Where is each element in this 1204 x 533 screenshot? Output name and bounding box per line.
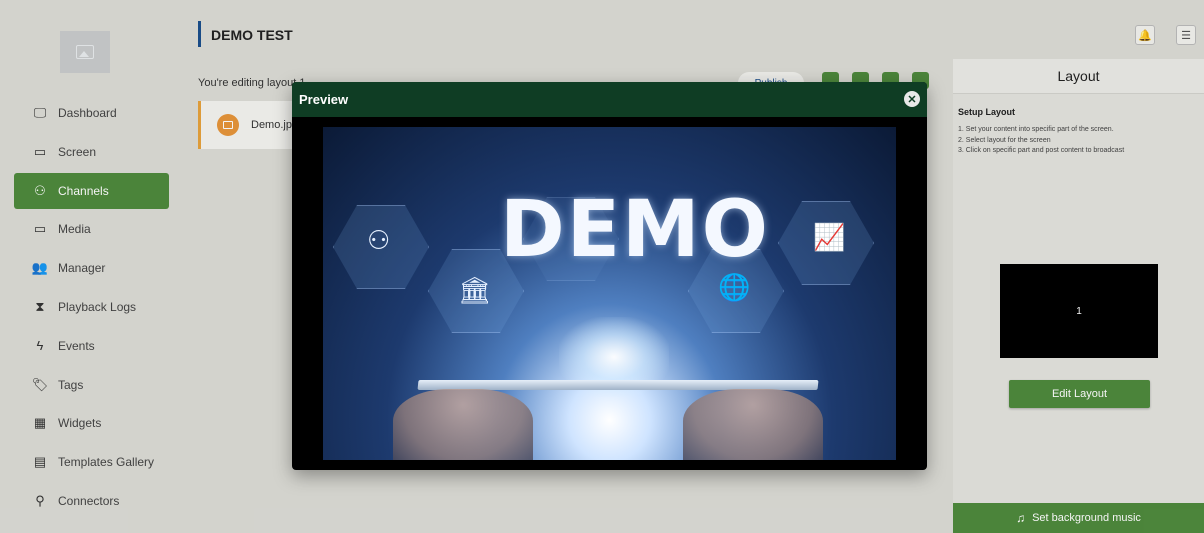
layout-zone-label: 1: [1076, 305, 1082, 317]
hourglass-icon: ⧗: [35, 298, 45, 314]
bank-icon: 🏛: [458, 275, 492, 305]
sidebar: 🖵 Dashboard ▭ Screen ⚇ Channels ▭ Media 👥 Man…: [0, 0, 176, 533]
sidebar-item-widgets[interactable]: ▦ Widgets: [14, 405, 169, 441]
widgets-icon: ▦: [33, 415, 47, 431]
hand-shape: [683, 389, 823, 460]
setup-step: 1. Set your content into specific part o…: [958, 126, 1114, 133]
sidebar-item-label: Channels: [58, 183, 109, 198]
setup-step: 2. Select layout for the screen: [958, 136, 1051, 144]
logo-placeholder-image: [60, 31, 110, 73]
globe-icon: 🌐: [718, 272, 751, 302]
layout-panel: Layout Setup Layout 1. Set your content …: [953, 59, 1204, 533]
sidebar-item-label: Screen: [58, 144, 97, 159]
menu-icon: ☰: [1181, 29, 1191, 42]
sidebar-item-label: Events: [58, 338, 95, 353]
preview-modal-title: Preview: [299, 92, 349, 107]
sidebar-item-dashboard[interactable]: 🖵 Dashboard: [14, 95, 169, 131]
edit-layout-button[interactable]: Edit Layout: [1009, 380, 1150, 408]
monitor-icon: 🖵: [33, 105, 47, 120]
sidebar-item-screen[interactable]: ▭ Screen: [14, 134, 169, 170]
sidebar-nav: 🖵 Dashboard ▭ Screen ⚇ Channels ▭ Media 👥 Man…: [14, 95, 169, 522]
setup-step: 3. Click on specific part and post conte…: [958, 147, 1125, 154]
menu-button[interactable]: ☰: [1176, 25, 1196, 45]
tag-icon: 🏷: [31, 376, 49, 392]
display-icon: ▭: [33, 143, 47, 159]
hand-shape: [393, 389, 533, 460]
sidebar-item-label: Tags: [58, 377, 84, 392]
sidebar-item-label: Dashboard: [58, 106, 117, 120]
sidebar-item-label: Media: [58, 222, 91, 237]
sidebar-item-media[interactable]: ▭ Media: [14, 211, 169, 247]
plug-icon: ⚲: [35, 492, 45, 508]
sidebar-item-label: Widgets: [58, 416, 102, 431]
sidebar-item-label: Playback Logs: [58, 299, 137, 314]
setup-layout-heading: Setup Layout: [958, 107, 1016, 117]
bell-icon: 🔔: [1138, 29, 1152, 42]
preview-image: ⚇ 🏛 🌐 📈 DEMO: [323, 127, 896, 460]
notification-button[interactable]: 🔔: [1135, 25, 1155, 45]
chart-board-icon: 📈: [813, 222, 846, 252]
sidebar-item-manager[interactable]: 👥 Manager: [14, 250, 169, 286]
sidebar-item-playback-logs[interactable]: ⧗ Playback Logs: [14, 289, 169, 325]
templates-icon: ▤: [33, 454, 47, 470]
users-icon: 👥: [31, 260, 49, 276]
lightning-icon: ϟ: [36, 338, 44, 354]
sidebar-item-label: Manager: [58, 261, 106, 276]
sidebar-item-connectors[interactable]: ⚲ Connectors: [14, 483, 169, 519]
preview-image-text: DEMO: [500, 185, 770, 275]
image-icon: [217, 114, 239, 136]
set-background-music-label: Set background music: [1032, 512, 1141, 524]
sidebar-item-channels[interactable]: ⚇ Channels: [14, 172, 169, 209]
sidebar-item-label: Templates Gallery: [58, 455, 155, 470]
preview-modal: Preview ✕ ⚇ 🏛 🌐 📈 DEMO: [292, 82, 927, 470]
editing-status: You're editing layout 1: [198, 77, 306, 89]
title-accent-bar: [198, 21, 201, 47]
sidebar-item-events[interactable]: ϟ Events: [14, 328, 169, 364]
preview-modal-header: Preview ✕: [292, 82, 927, 117]
set-background-music-button[interactable]: ♫ Set background music: [953, 503, 1204, 533]
music-note-icon: ♫: [1016, 511, 1026, 525]
layout-panel-title: Layout: [953, 59, 1204, 94]
folder-icon: ▭: [33, 221, 47, 237]
layout-zone[interactable]: 1: [1000, 264, 1158, 358]
team-icon: ⚇: [367, 225, 391, 255]
network-icon: ⚇: [34, 182, 46, 198]
page-title: DEMO TEST: [211, 27, 293, 43]
setup-steps: 1. Set your content into specific part o…: [958, 125, 1124, 157]
sidebar-item-tags[interactable]: 🏷 Tags: [14, 367, 169, 403]
header: DEMO TEST 🔔 ☰: [176, 0, 1204, 64]
close-icon[interactable]: ✕: [904, 91, 920, 107]
sidebar-item-templates-gallery[interactable]: ▤ Templates Gallery: [14, 444, 169, 480]
sidebar-item-label: Connectors: [58, 493, 120, 508]
